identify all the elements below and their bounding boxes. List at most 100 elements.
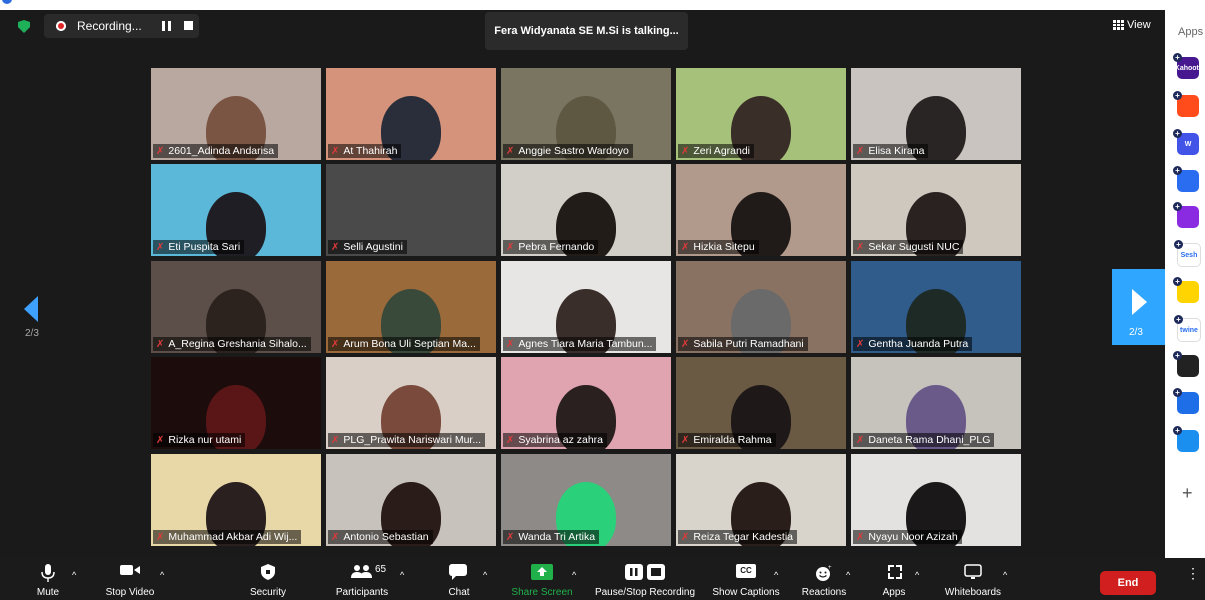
sesh-icon[interactable]: + Sesh	[1174, 240, 1201, 267]
reactions-button[interactable]: + Reactions	[798, 558, 850, 600]
sync-app-icon[interactable]: +	[1173, 388, 1199, 414]
whiteboards-options-chevron-icon[interactable]: ^	[1003, 570, 1007, 580]
participant-tile[interactable]: ✗ Gentha Juanda Putra	[851, 261, 1021, 353]
share-screen-button[interactable]: Share Screen	[510, 558, 574, 600]
audio-options-chevron-icon[interactable]: ^	[72, 570, 76, 580]
kahoot-icon[interactable]: + Kahoot!	[1173, 53, 1201, 79]
pause-recording-icon[interactable]	[162, 21, 172, 31]
pause-stop-recording-button[interactable]: Pause/Stop Recording	[593, 558, 697, 600]
app-plus-badge-icon: +	[1173, 53, 1182, 62]
muted-mic-icon: ✗	[856, 146, 865, 157]
participant-tile[interactable]: ✗ A_Regina Greshania Sihalo...	[151, 261, 321, 353]
participant-tile[interactable]: ✗ Emiralda Rahma	[676, 357, 846, 449]
security-shield-icon	[261, 564, 275, 580]
participant-tile[interactable]: ✗ PLG_Prawita Nariswari Mur...	[326, 357, 496, 449]
participant-tile[interactable]: ✗ Antonio Sebastian	[326, 454, 496, 546]
apps-button[interactable]: Apps	[876, 558, 912, 600]
page-indicator-left: 2/3	[25, 328, 39, 339]
participant-tile[interactable]: ✗ Agnes Tiara Maria Tambun...	[501, 261, 671, 353]
view-button[interactable]: View	[1113, 14, 1151, 36]
participant-name: 2601_Adinda Andarisa	[168, 145, 275, 157]
participant-name-tag: ✗ Antonio Sebastian	[328, 530, 433, 544]
participant-tile[interactable]: ✗ Sekar Sugusti NUC	[851, 164, 1021, 256]
participant-tile[interactable]: ✗ Arum Bona Uli Septian Ma...	[326, 261, 496, 353]
arrow-left-icon	[24, 296, 38, 322]
participants-options-chevron-icon[interactable]: ^	[400, 570, 404, 580]
participant-tile[interactable]: ✗ Pebra Fernando	[501, 164, 671, 256]
security-button[interactable]: Security	[248, 558, 288, 600]
stop-recording-icon[interactable]	[184, 21, 193, 30]
participant-name-tag: ✗ Arum Bona Uli Septian Ma...	[328, 337, 480, 351]
chat-options-chevron-icon[interactable]: ^	[483, 570, 487, 580]
e-app-icon[interactable]: +	[1173, 426, 1199, 452]
participant-name: A_Regina Greshania Sihalo...	[168, 338, 307, 350]
participant-tile[interactable]: ✗ Anggie Sastro Wardoyo	[501, 68, 671, 160]
participant-tile[interactable]: ✗ Elisa Kirana	[851, 68, 1021, 160]
participant-tile[interactable]: ✗ Wanda Tri Artika	[501, 454, 671, 546]
participant-tile[interactable]: ✗ Reiza Tegar Kadestia	[676, 454, 846, 546]
participant-name-tag: ✗ Nyayu Noor Azizah	[853, 530, 962, 544]
app-plus-badge-icon: +	[1173, 388, 1182, 397]
participant-tile[interactable]: ✗ Hizkia Sitepu	[676, 164, 846, 256]
participant-name-tag: ✗ Anggie Sastro Wardoyo	[503, 144, 633, 158]
participant-name-tag: ✗ Eti Puspita Sari	[153, 240, 245, 254]
end-meeting-button[interactable]: End	[1100, 571, 1156, 595]
more-options-icon[interactable]: ⋮	[1186, 565, 1200, 582]
hopin-icon[interactable]: +	[1173, 91, 1199, 117]
wooclap-icon[interactable]: + W	[1173, 129, 1199, 155]
chat-icon	[449, 564, 467, 580]
arrow-right-icon	[1132, 289, 1147, 315]
participant-name-tag: ✗ Sekar Sugusti NUC	[853, 240, 964, 254]
app-plus-badge-icon: +	[1174, 240, 1183, 249]
participant-tile[interactable]: ✗ Rizka nur utami	[151, 357, 321, 449]
participant-name-tag: ✗ Gentha Juanda Putra	[853, 337, 973, 351]
participant-tile[interactable]: ✗ 2601_Adinda Andarisa	[151, 68, 321, 160]
whiteboards-button[interactable]: Whiteboards	[940, 558, 1006, 600]
video-options-chevron-icon[interactable]: ^	[160, 570, 164, 580]
chat-button[interactable]: Chat	[444, 558, 474, 600]
apps-icon	[888, 565, 902, 579]
captions-options-chevron-icon[interactable]: ^	[774, 570, 778, 580]
purple-app-icon[interactable]: +	[1173, 202, 1199, 228]
participant-name-tag: ✗ Syabrina az zahra	[503, 433, 608, 447]
muted-mic-icon: ✗	[331, 146, 340, 157]
recording-label: Recording...	[77, 19, 142, 33]
add-app-icon[interactable]: +	[1182, 483, 1193, 504]
participant-tile[interactable]: ✗ Nyayu Noor Azizah	[851, 454, 1021, 546]
participant-name-tag: ✗ Zeri Agrandi	[678, 144, 755, 158]
microphone-icon	[41, 564, 55, 582]
blocks-app-icon[interactable]: +	[1173, 351, 1199, 377]
participant-name: Rizka nur utami	[168, 434, 242, 446]
share-options-chevron-icon[interactable]: ^	[572, 570, 576, 580]
participant-tile[interactable]: ✗ Selli Agustini	[326, 164, 496, 256]
mute-label: Mute	[36, 587, 60, 598]
mute-button[interactable]: Mute	[30, 558, 66, 600]
participant-tile[interactable]: ✗ Zeri Agrandi	[676, 68, 846, 160]
reactions-options-chevron-icon[interactable]: ^	[846, 570, 850, 580]
smiley-app-icon[interactable]: +	[1173, 277, 1199, 303]
participant-tile[interactable]: ✗ At Thahirah	[326, 68, 496, 160]
participant-tile[interactable]: ✗ Eti Puspita Sari	[151, 164, 321, 256]
pause-stop-icon	[625, 564, 665, 580]
muted-mic-icon: ✗	[156, 146, 165, 157]
chat-bubble-app-icon[interactable]: +	[1173, 166, 1199, 192]
stop-video-button[interactable]: Stop Video	[100, 558, 160, 600]
participant-name: Eti Puspita Sari	[168, 241, 241, 253]
participant-name: Daneta Rama Dhani_PLG	[868, 434, 991, 446]
participant-tile[interactable]: ✗ Daneta Rama Dhani_PLG	[851, 357, 1021, 449]
twine-icon[interactable]: + twine	[1174, 315, 1201, 342]
show-captions-button[interactable]: CC Show Captions	[710, 558, 782, 600]
next-page-button[interactable]: 2/3	[1112, 269, 1166, 345]
participant-name: Hizkia Sitepu	[693, 241, 755, 253]
muted-mic-icon: ✗	[856, 435, 865, 446]
muted-mic-icon: ✗	[156, 435, 165, 446]
svg-text:+: +	[828, 565, 832, 571]
participant-name-tag: ✗ Agnes Tiara Maria Tambun...	[503, 337, 657, 351]
participant-name-tag: ✗ Emiralda Rahma	[678, 433, 776, 447]
participant-tile[interactable]: ✗ Muhammad Akbar Adi Wij...	[151, 454, 321, 546]
participant-name: Elisa Kirana	[868, 145, 925, 157]
participant-tile[interactable]: ✗ Syabrina az zahra	[501, 357, 671, 449]
app-label: W	[1184, 140, 1192, 148]
participant-tile[interactable]: ✗ Sabila Putri Ramadhani	[676, 261, 846, 353]
apps-options-chevron-icon[interactable]: ^	[915, 570, 919, 580]
